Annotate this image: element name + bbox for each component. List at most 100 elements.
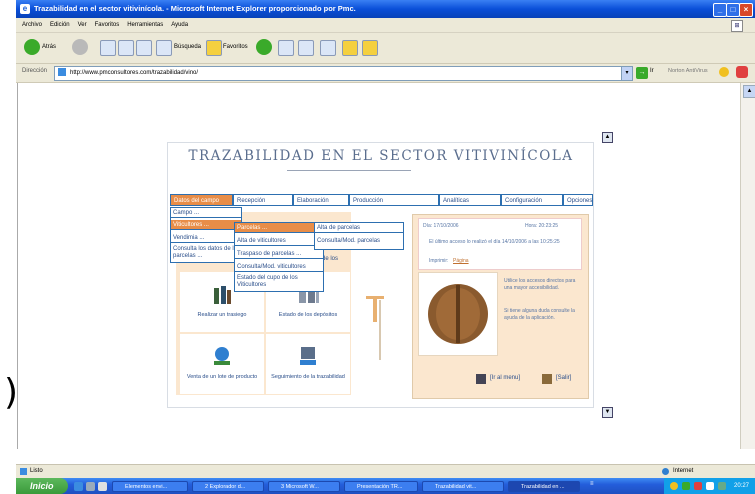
maximize-button[interactable]: □ (726, 3, 740, 17)
forward-arrow-icon[interactable] (72, 39, 88, 55)
search-icon[interactable] (156, 40, 172, 56)
clock: 20:27 (734, 483, 750, 489)
menu-datos-campo: Campo ... Viticultores ... Vendimia ... … (170, 207, 242, 263)
nav-opciones[interactable]: Opciones (563, 194, 593, 206)
vertical-scrollbar[interactable]: ▲ (740, 83, 755, 449)
menu-consulta-parcelas[interactable]: Consulta los datos de las parcelas ... (171, 246, 241, 262)
tray-messenger-icon[interactable] (718, 482, 726, 490)
stray-parenthesis: ) (4, 372, 19, 413)
menu-campo[interactable]: Campo ... (171, 208, 241, 218)
internet-zone-icon (662, 468, 669, 475)
print-label: Imprimir: (429, 258, 449, 264)
menu-consulta-viticultores[interactable]: Consulta/Mod. viticultores (235, 262, 323, 272)
address-label: Dirección (22, 68, 48, 74)
go-arrow-icon[interactable]: → (636, 67, 648, 79)
norton-icon[interactable] (719, 67, 729, 77)
folder-icon[interactable] (342, 40, 358, 56)
nav-elaboracion[interactable]: Elaboración (293, 194, 349, 206)
tile-venta[interactable]: Venta de un lote de producto (180, 334, 264, 394)
print-page-link[interactable]: Página (453, 258, 469, 264)
menu-consulta-mod-parcelas[interactable]: Consulta/Mod. parcelas (315, 236, 403, 246)
minimize-button[interactable]: _ (713, 3, 727, 17)
search-label[interactable]: Búsqueda (174, 39, 201, 55)
menu-favoritos[interactable]: Favoritos (95, 18, 120, 32)
nav-datos-campo[interactable]: Datos del campo (170, 194, 233, 206)
system-tray: 20:27 (664, 478, 755, 494)
edit-icon[interactable] (320, 40, 336, 56)
tray-volume-icon[interactable] (706, 482, 714, 490)
task-presentacion[interactable]: Presentación TR... (344, 481, 418, 492)
tile-seguimiento[interactable]: Seguimiento de la trazabilidad (266, 334, 350, 394)
task-explorador[interactable]: 2 Explorador d... (192, 481, 264, 492)
window-titlebar[interactable]: e Trazabilidad en el sector vitivinícola… (16, 0, 755, 18)
scroll-up-icon[interactable]: ▲ (743, 85, 755, 98)
start-button[interactable]: Inicio (16, 478, 68, 494)
desktop-quicklaunch-icon[interactable] (86, 482, 95, 491)
menu-estado-cupo[interactable]: Estado del cupo de los Viticultores (235, 275, 323, 291)
menu-ayuda[interactable]: Ayuda (171, 18, 188, 32)
close-button[interactable]: × (739, 3, 753, 17)
task-word[interactable]: 3 Microsoft W... (268, 481, 340, 492)
zone-text: Internet (673, 468, 694, 474)
favorites-star-icon[interactable] (206, 40, 222, 56)
task-elementos[interactable]: Elementos envi... (112, 481, 188, 492)
menu-alta-parcelas[interactable]: Alta de parcelas (315, 223, 403, 233)
home-icon[interactable] (136, 40, 152, 56)
norton-label[interactable]: Norton AntiVirus (668, 68, 708, 74)
partially-hidden-text: de los (322, 256, 339, 262)
address-url: http://www.pmconsultores.com/trazabilida… (70, 70, 199, 76)
menu-parcelas[interactable]: Parcelas ... (235, 223, 323, 233)
title-underline (287, 170, 411, 171)
computer-icon (476, 374, 486, 384)
page-scroll-up-icon[interactable]: ▲ (602, 132, 613, 143)
exit-link[interactable]: [Salir] (556, 375, 571, 381)
menu-viticultores[interactable]: Viticultores ... (171, 220, 241, 230)
nav-recepcion[interactable]: Recepción (233, 194, 293, 206)
menu-archivo[interactable]: Archivo (22, 18, 42, 32)
menu-edicion[interactable]: Edición (50, 18, 70, 32)
media-quicklaunch-icon[interactable] (98, 482, 107, 491)
status-text: Listo (30, 468, 43, 474)
messenger-icon[interactable] (362, 40, 378, 56)
extension-icon[interactable] (736, 66, 748, 78)
history-icon[interactable] (256, 39, 272, 55)
status-bar: Listo Internet (16, 464, 755, 478)
print-icon[interactable] (298, 40, 314, 56)
menu-alta-viticultores[interactable]: Alta de viticultores (235, 236, 323, 246)
menu-link[interactable]: [Ir al menu] (490, 375, 520, 381)
nav-analiticas[interactable]: Analíticas (439, 194, 501, 206)
tray-norton-icon[interactable] (670, 482, 678, 490)
page-scroll-down-icon[interactable]: ▼ (602, 407, 613, 418)
page-icon (58, 68, 66, 77)
address-input[interactable]: http://www.pmconsultores.com/trazabilida… (54, 66, 622, 81)
nav-configuracion[interactable]: Configuración (501, 194, 563, 206)
back-label[interactable]: Atrás (42, 39, 56, 55)
tile-seguimiento-label: Seguimiento de la trazabilidad (271, 374, 345, 380)
page-status-icon (20, 468, 27, 475)
page-title: TRAZABILIDAD EN EL SECTOR VITIVINÍCOLA (188, 148, 574, 164)
taskbar-overflow-icon[interactable]: ≡ (590, 481, 600, 492)
window-title: Trazabilidad en el sector vitivinícola. … (34, 4, 356, 13)
stop-icon[interactable] (100, 40, 116, 56)
menu-herramientas[interactable]: Herramientas (127, 18, 163, 32)
menu-ver[interactable]: Ver (78, 18, 87, 32)
ie-quicklaunch-icon[interactable] (74, 482, 83, 491)
tray-network-icon[interactable] (682, 482, 690, 490)
mail-icon[interactable] (278, 40, 294, 56)
task-trazabilidad-vit[interactable]: Trazabilidad vit... (422, 481, 504, 492)
go-button[interactable]: Ir (650, 68, 654, 74)
nav-produccion[interactable]: Producción (349, 194, 439, 206)
barrel-icon (428, 284, 488, 344)
favorites-label[interactable]: Favoritos (223, 39, 248, 55)
toolbar: Atrás Búsqueda Favoritos (16, 33, 755, 64)
menu-traspaso-parcelas[interactable]: Traspaso de parcelas ... (235, 249, 323, 259)
menu-vendimia[interactable]: Vendimia ... (171, 233, 241, 243)
ie-icon: e (20, 4, 30, 14)
tray-security-icon[interactable] (694, 482, 702, 490)
back-arrow-icon[interactable] (24, 39, 40, 55)
refresh-icon[interactable] (118, 40, 134, 56)
tracking-computer-icon (300, 347, 316, 365)
barrel-image (418, 272, 498, 356)
task-trazabilidad-active[interactable]: Trazabilidad en ... (508, 481, 580, 492)
address-dropdown-icon[interactable]: ▾ (621, 66, 633, 81)
